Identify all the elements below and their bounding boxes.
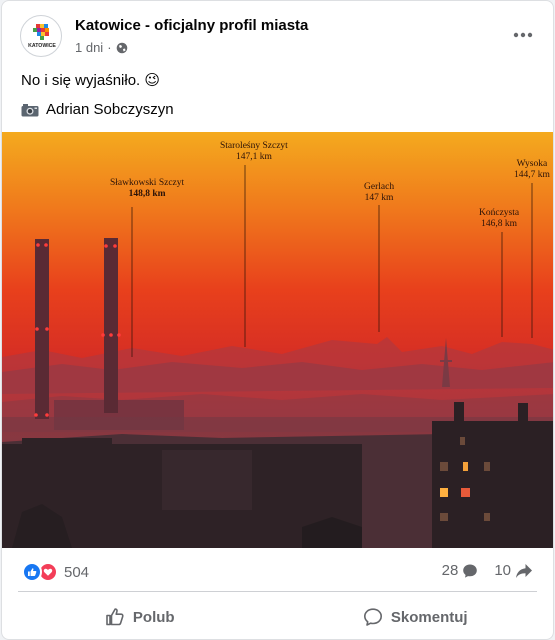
share-count: 10 (494, 562, 511, 579)
more-dots-icon (513, 32, 533, 38)
post-stats: 504 28 10 (2, 556, 553, 588)
post-text: No i się wyjaśniło. 😉 (21, 72, 161, 89)
post-header: KATOWICE Katowice - oficjalny profil mia… (2, 1, 553, 63)
comment-button-label: Skomentuj (390, 608, 468, 626)
comment-button[interactable]: Skomentuj (278, 597, 554, 637)
like-button-label: Polub (132, 608, 175, 626)
peak-label-slawkowski: Sławkowski Szczyt 148,8 km (110, 178, 185, 199)
shares-count-link[interactable]: 10 (494, 562, 533, 579)
like-button[interactable]: Polub (2, 597, 278, 637)
post-meta: 1 dni · (75, 40, 128, 55)
post-photo[interactable]: Sławkowski Szczyt 148,8 km Staroleśny Sz… (2, 132, 553, 548)
comment-icon (363, 608, 382, 626)
peak-label-gerlach: Gerlach 147 km (364, 182, 395, 203)
photographer-name: Adrian Sobczyszyn (46, 101, 174, 118)
peak-label-konczysta: Kończysta 146,8 km (479, 208, 520, 229)
photo-credit: Adrian Sobczyszyn (21, 101, 174, 118)
post-actions: Polub Skomentuj (2, 597, 553, 637)
camera-icon (21, 103, 39, 116)
reaction-count: 504 (64, 563, 90, 581)
page-avatar[interactable]: KATOWICE (20, 15, 62, 57)
peak-label-wysoka: Wysoka 144,7 km (514, 159, 550, 180)
reactions-summary[interactable]: 504 (22, 562, 89, 582)
globe-icon (116, 42, 127, 53)
comment-bubble-icon (463, 564, 478, 578)
engagement-counts: 28 10 (442, 562, 533, 579)
peak-label-starolesny: Staroleśny Szczyt 147,1 km (220, 141, 288, 162)
post-card: KATOWICE Katowice - oficjalny profil mia… (1, 0, 554, 640)
share-arrow-icon (516, 563, 532, 578)
actions-divider (18, 591, 537, 592)
katowice-logo-icon: KATOWICE (28, 24, 56, 49)
page-name[interactable]: Katowice - oficjalny profil miasta (75, 17, 308, 34)
post-time[interactable]: 1 dni (75, 40, 103, 55)
comment-count: 28 (441, 562, 459, 579)
like-reaction-icon (22, 562, 42, 582)
comments-count-link[interactable]: 28 (442, 562, 479, 579)
sunset-tatras-photo (2, 132, 553, 548)
thumbs-up-icon (106, 608, 124, 626)
svg-text:KATOWICE: KATOWICE (28, 43, 56, 49)
more-options-button[interactable] (511, 23, 535, 47)
